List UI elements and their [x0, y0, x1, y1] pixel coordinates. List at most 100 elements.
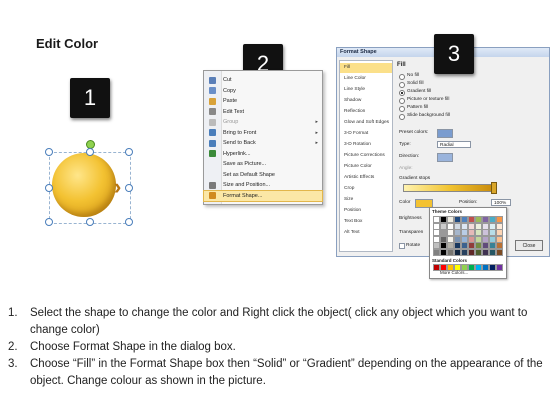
dialog-nav-item-artistic-effects[interactable]: Artistic Effects: [340, 173, 392, 183]
standard-color-swatch[interactable]: [482, 264, 489, 271]
dialog-nav-item-line-style[interactable]: Line Style: [340, 85, 392, 95]
dialog-nav-item-position[interactable]: Position: [340, 206, 392, 216]
standard-colors-label: Standard Colors: [432, 258, 468, 263]
edit-text-icon: [209, 108, 216, 115]
instruction-number: 2.: [8, 341, 18, 353]
fill-option-radio[interactable]: [399, 74, 405, 80]
dialog-nav-item-3-d-format[interactable]: 3-D Format: [340, 129, 392, 139]
position-input[interactable]: 100%: [491, 199, 511, 206]
bring-front-icon: [209, 129, 216, 136]
group-icon: [209, 118, 216, 126]
context-menu-item-copy[interactable]: Copy: [204, 86, 322, 96]
paste-icon: [209, 97, 216, 105]
copy-icon: [209, 87, 216, 94]
dialog-nav-item-shadow[interactable]: Shadow: [340, 96, 392, 106]
resize-handle[interactable]: [125, 218, 133, 226]
resize-handle[interactable]: [86, 218, 94, 226]
context-menu-item-cut[interactable]: Cut: [204, 75, 322, 85]
fill-option-label: Solid fill: [407, 81, 424, 86]
color-swatch[interactable]: [454, 248, 461, 256]
context-menu-item-send-to-back[interactable]: Send to Back ▸: [204, 138, 322, 148]
instruction-number: 1.: [8, 307, 18, 319]
step-1-badge: 1: [70, 78, 110, 118]
dialog-nav-item-text-box[interactable]: Text Box: [340, 217, 392, 227]
instructions-list: 1. Select the shape to change the color a…: [8, 305, 548, 390]
direction-button[interactable]: [437, 153, 453, 162]
gradient-stops-label: Gradient stops: [399, 176, 431, 181]
color-swatch[interactable]: [461, 248, 468, 256]
dialog-nav-item-picture-color[interactable]: Picture Color: [340, 162, 392, 172]
resize-handle[interactable]: [45, 184, 53, 192]
standard-color-swatch[interactable]: [475, 264, 482, 271]
chevron-right-icon: ▸: [315, 119, 318, 125]
standard-color-swatch[interactable]: [468, 264, 475, 271]
dialog-nav-item-3-d-rotation[interactable]: 3-D Rotation: [340, 140, 392, 150]
fill-option-label: No fill: [407, 73, 419, 78]
color-palette-popup: Theme Colors Standard Colors More Colors…: [429, 207, 507, 279]
dialog-nav-item-alt-text[interactable]: Alt Text: [340, 228, 392, 238]
context-menu-label: Hyperlink...: [223, 150, 251, 157]
context-menu-item-bring-to-front[interactable]: Bring to Front ▸: [204, 128, 322, 138]
angle-label: Angle:: [399, 166, 413, 171]
more-colors-link[interactable]: More Colors...: [440, 270, 468, 275]
preset-colors-label: Preset colors:: [399, 130, 429, 135]
context-menu-label: Group: [223, 119, 239, 125]
resize-handle[interactable]: [86, 148, 94, 156]
color-swatch[interactable]: [482, 248, 489, 256]
color-swatch[interactable]: [468, 248, 475, 256]
instruction-number: 3.: [8, 358, 18, 370]
context-menu-item-edit-text[interactable]: Edit Text: [204, 107, 322, 117]
hyperlink-icon: [209, 150, 216, 157]
color-swatch[interactable]: [447, 248, 454, 256]
resize-handle[interactable]: [45, 218, 53, 226]
color-swatch[interactable]: [433, 248, 440, 256]
dialog-nav-item-reflection[interactable]: Reflection: [340, 107, 392, 117]
fill-option-label: Picture or texture fill: [407, 97, 450, 102]
fill-option-radio[interactable]: [399, 82, 405, 88]
context-menu-item-paste[interactable]: Paste: [204, 96, 322, 106]
context-menu-item-size-and-position[interactable]: Size and Position...: [204, 180, 322, 190]
context-menu-item-format-shape[interactable]: Format Shape...: [203, 189, 323, 202]
close-button[interactable]: Close: [515, 240, 543, 251]
dialog-nav-item-crop[interactable]: Crop: [340, 184, 392, 194]
dialog-nav-item-fill[interactable]: Fill: [340, 63, 392, 73]
type-label: Type:: [399, 142, 411, 147]
instruction-step: 3. Choose “Fill” in the Format Shape box …: [8, 356, 548, 390]
standard-color-swatch[interactable]: [433, 264, 440, 271]
context-menu-item-set-as-default-shape[interactable]: Set as Default Shape: [204, 170, 322, 180]
rotate-checkbox[interactable]: [399, 243, 405, 249]
resize-handle[interactable]: [45, 148, 53, 156]
color-swatch[interactable]: [489, 248, 496, 256]
color-swatch[interactable]: [475, 248, 482, 256]
page-title: Edit Color: [36, 36, 99, 51]
dialog-nav-item-line-color[interactable]: Line Color: [340, 74, 392, 84]
fill-option-radio[interactable]: [399, 90, 405, 96]
context-menu-label: Cut: [223, 77, 232, 83]
gradient-stop-handle[interactable]: [491, 182, 497, 194]
context-menu-item-group: Group ▸: [204, 117, 322, 127]
dialog-nav-item-glow-and-soft-edges[interactable]: Glow and Soft Edges: [340, 118, 392, 128]
dialog-nav-item-size[interactable]: Size: [340, 195, 392, 205]
context-menu-item-hyperlink[interactable]: Hyperlink...: [204, 149, 322, 159]
section-title: Fill: [397, 62, 406, 68]
color-swatch[interactable]: [496, 248, 503, 256]
dialog-nav-item-picture-corrections[interactable]: Picture Corrections: [340, 151, 392, 161]
fill-option-radio[interactable]: [399, 98, 405, 104]
gradient-stops-bar[interactable]: [403, 184, 495, 192]
standard-color-swatch[interactable]: [489, 264, 496, 271]
resize-handle[interactable]: [125, 184, 133, 192]
color-swatch[interactable]: [440, 248, 447, 256]
instruction-step: 2. Choose Format Shape in the dialog box.: [8, 339, 548, 356]
preset-colors-button[interactable]: [437, 129, 453, 138]
fill-option-radio[interactable]: [399, 114, 405, 120]
selected-circle-shape[interactable]: [52, 153, 116, 217]
type-select[interactable]: Radial: [437, 141, 471, 148]
context-menu-item-save-as-picture[interactable]: Save as Picture...: [204, 159, 322, 169]
standard-color-swatch[interactable]: [496, 264, 503, 271]
position-label: Position:: [459, 200, 478, 205]
context-menu-label: Edit Text: [223, 108, 244, 115]
rotate-label: Rotate: [406, 243, 421, 248]
resize-handle[interactable]: [125, 148, 133, 156]
dialog-nav: Fill Line Color Line Style Shadow Reflection…: [339, 60, 393, 252]
fill-option-radio[interactable]: [399, 106, 405, 112]
